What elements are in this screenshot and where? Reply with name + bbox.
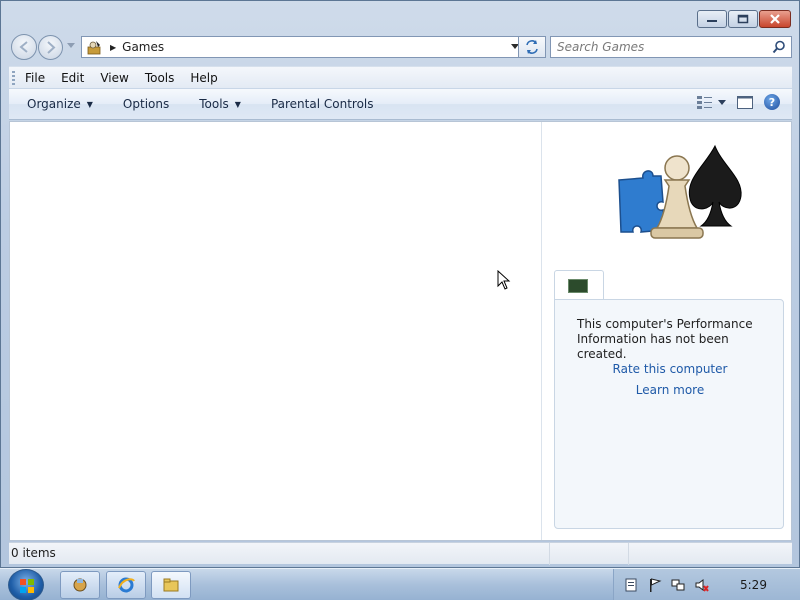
options-label: Options — [122, 97, 170, 111]
taskbar-ie-button[interactable] — [106, 571, 146, 599]
explorer-window: ▶ Games File Edit View Tools Help — [0, 0, 800, 568]
rate-this-computer-link[interactable]: Rate this computer — [555, 362, 785, 376]
menu-view[interactable]: View — [100, 71, 128, 85]
status-bar: 0 items — [9, 542, 792, 565]
address-bar[interactable]: ▶ Games — [81, 36, 524, 58]
item-count: 0 items — [11, 546, 56, 560]
options-button[interactable]: Options — [123, 97, 169, 111]
status-divider — [549, 543, 550, 565]
views-icon[interactable] — [696, 94, 726, 110]
organize-dropdown-icon: ▼ — [86, 99, 93, 109]
preview-pane-icon[interactable] — [736, 94, 754, 110]
performance-message: This computer's Performance Information … — [577, 317, 753, 361]
content-area: This computer's Performance Information … — [9, 121, 792, 541]
tools-button[interactable]: Tools ▼ — [199, 97, 241, 111]
navigation-row: ▶ Games — [9, 34, 792, 60]
refresh-icon — [526, 40, 538, 54]
performance-info-box: This computer's Performance Information … — [554, 299, 784, 529]
status-divider — [628, 543, 629, 565]
folder-icon — [163, 578, 179, 592]
maximize-icon — [737, 14, 749, 24]
organize-button[interactable]: Organize ▼ — [27, 97, 93, 111]
internet-explorer-icon — [118, 577, 135, 593]
command-bar: Organize ▼ Options Tools ▼ Parental Cont… — [9, 89, 792, 120]
command-bar-right: ? — [696, 94, 780, 110]
forward-icon — [47, 41, 56, 54]
breadcrumb-arrow-icon[interactable]: ▶ — [110, 43, 116, 52]
games-explorer-icon — [618, 144, 742, 239]
learn-more-link[interactable]: Learn more — [555, 383, 785, 397]
menu-file[interactable]: File — [25, 71, 45, 85]
parental-controls-label: Parental Controls — [270, 97, 374, 111]
network-icon[interactable] — [671, 578, 685, 592]
caption-buttons — [697, 10, 791, 28]
games-folder-icon — [87, 41, 101, 55]
taskbar-games-button[interactable] — [60, 571, 100, 599]
search-input[interactable] — [557, 37, 767, 57]
minimize-button[interactable] — [697, 10, 727, 28]
forward-button[interactable] — [38, 35, 63, 60]
monitor-icon — [568, 279, 588, 293]
start-button[interactable] — [8, 569, 44, 600]
breadcrumb-games[interactable]: Games — [122, 40, 164, 54]
start-orb-icon — [20, 579, 34, 593]
menu-grip — [12, 70, 15, 85]
menu-bar: File Edit View Tools Help — [9, 66, 792, 88]
document-tray-icon[interactable] — [624, 578, 638, 592]
minimize-icon — [707, 20, 717, 22]
back-button[interactable] — [11, 34, 37, 60]
search-icon[interactable] — [772, 40, 786, 54]
performance-tab[interactable] — [554, 270, 604, 300]
action-center-flag-icon[interactable] — [648, 578, 662, 592]
games-taskbar-icon — [73, 578, 87, 592]
volume-muted-icon[interactable] — [695, 578, 709, 592]
menu-edit[interactable]: Edit — [61, 71, 84, 85]
tools-dropdown-icon: ▼ — [234, 99, 241, 109]
taskbar-explorer-button[interactable] — [151, 571, 191, 599]
menu-help[interactable]: Help — [190, 71, 217, 85]
recent-pages-icon[interactable] — [67, 43, 75, 49]
close-icon — [770, 14, 780, 24]
help-icon[interactable]: ? — [764, 94, 780, 110]
organize-label: Organize — [27, 97, 81, 111]
mouse-cursor-icon — [497, 270, 511, 290]
parental-controls-button[interactable]: Parental Controls — [271, 97, 374, 111]
file-list-pane[interactable] — [10, 122, 542, 540]
taskbar: 5:29 — [0, 568, 800, 600]
menu-tools[interactable]: Tools — [145, 71, 175, 85]
preview-pane: This computer's Performance Information … — [543, 122, 791, 540]
maximize-button[interactable] — [728, 10, 758, 28]
clock[interactable]: 5:29 — [740, 578, 767, 592]
tools-label: Tools — [199, 97, 229, 111]
back-icon — [19, 41, 28, 53]
close-button[interactable] — [759, 10, 791, 28]
search-box[interactable] — [550, 36, 792, 58]
refresh-button[interactable] — [518, 36, 546, 58]
system-tray: 5:29 — [613, 569, 800, 600]
